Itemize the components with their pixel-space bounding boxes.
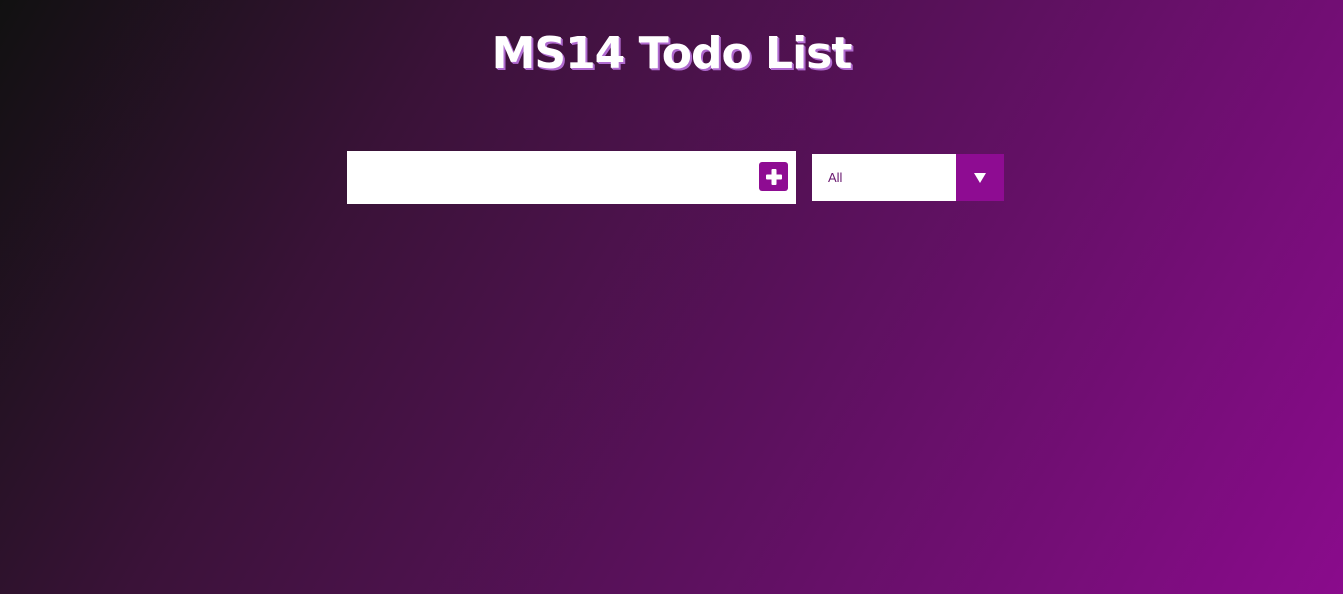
todo-input-container [347,151,796,204]
caret-down-icon [974,172,986,183]
todo-input[interactable] [347,151,752,204]
add-todo-button[interactable] [759,162,788,191]
filter-selected-value: All [828,170,843,185]
filter-select[interactable]: All [812,154,1004,201]
filter-dropdown-toggle[interactable] [956,154,1004,201]
page-title: MS14 Todo List [491,28,853,79]
todo-form: All [347,151,1004,204]
plus-square-icon [765,168,782,185]
